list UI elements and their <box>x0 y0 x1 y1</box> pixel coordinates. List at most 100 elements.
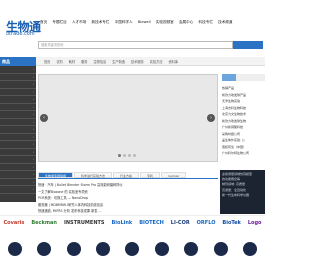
partner-icon[interactable] <box>96 241 111 256</box>
sidebar-item[interactable]: › <box>0 104 36 111</box>
partner-icon[interactable] <box>66 241 81 256</box>
brand-logo[interactable]: Logo <box>248 220 262 226</box>
nav-item-7[interactable]: 会展中心 <box>179 20 193 28</box>
sidebar-item[interactable]: › <box>0 119 36 126</box>
subnav-item-2[interactable]: 耗材 <box>69 59 75 64</box>
promo-line: 新一代生命科学仪器 <box>222 192 250 197</box>
category-sidebar: › › › › › › › › › › › › › › › › › <box>0 66 36 202</box>
sidebar-item[interactable]: › <box>0 156 36 164</box>
nav-item-1[interactable]: 专题栏目 <box>52 20 66 28</box>
nav-item-8[interactable]: 科技专栏 <box>199 20 213 28</box>
sub-nav: 首页 试剂 耗材 服务 生物信息 生产制造 技术服务 实验方法 资料库 <box>36 57 265 66</box>
tab-1[interactable]: 科学进行实验方法 <box>74 172 113 178</box>
partner-icon[interactable] <box>184 241 199 256</box>
chevron-right-icon: › <box>32 142 34 147</box>
carousel-dots <box>118 154 136 157</box>
nav-item-6[interactable]: 实验视频室 <box>156 20 174 28</box>
brand-logo[interactable]: Beckman <box>31 220 57 226</box>
sidebar-item[interactable]: › <box>0 66 36 74</box>
sidebar-item[interactable]: › <box>0 111 36 119</box>
list-item[interactable]: PCR系统：切换工具 — NanoDrop <box>38 195 218 202</box>
brand-logo[interactable]: INSTRUMENTS <box>64 220 105 226</box>
tab-0[interactable]: 生物通专题简报 <box>38 172 74 178</box>
right-tab-1[interactable] <box>236 74 251 81</box>
brand-logo[interactable]: LI-COR <box>171 220 190 226</box>
carousel-dot[interactable] <box>118 154 121 157</box>
sidebar-item[interactable]: › <box>0 186 36 194</box>
right-list: 热销产品 新款力攻发球产品 天津生物实验 上海杰科生物科技 北京力文生物技术 新… <box>222 85 265 157</box>
chevron-right-icon: › <box>32 89 34 94</box>
banner-carousel[interactable] <box>38 74 218 162</box>
sidebar-item[interactable]: › <box>0 171 36 179</box>
search-input[interactable]: 搜索关键词查询 <box>38 41 233 49</box>
partner-icons <box>0 240 265 257</box>
brand-logo[interactable]: BioTek <box>222 220 240 226</box>
subnav-item-1[interactable]: 试剂 <box>56 59 62 64</box>
list-item[interactable]: 广州科尔特生物公司 <box>222 150 265 157</box>
sidebar-title: 商品 <box>0 57 36 66</box>
sidebar-item[interactable]: › <box>0 81 36 89</box>
subnav-item-7[interactable]: 实验方法 <box>150 59 163 64</box>
partner-icon[interactable] <box>7 241 22 256</box>
promo-banner[interactable]: 虚拟测量领域仿真模型 的功能概念等 制剂领域: 高质量 高通量：全自动化 新一代… <box>220 170 265 214</box>
chevron-right-icon: › <box>32 112 34 117</box>
list-item[interactable]: 快速 · 汽车 | Bullet Blender Storm Pro 高效能研磨… <box>38 182 218 189</box>
sidebar-item[interactable]: › <box>0 89 36 96</box>
nav-item-5[interactable]: Biowell <box>138 20 151 28</box>
right-tabs <box>222 74 265 81</box>
chevron-right-icon: › <box>32 74 34 79</box>
chevron-right-icon: › <box>32 82 34 87</box>
brand-logo[interactable]: ORFLO <box>197 220 216 226</box>
promo-line: 制剂领域: 高质量 <box>222 182 245 187</box>
chevron-right-icon: › <box>32 164 34 169</box>
subnav-item-8[interactable]: 资料库 <box>169 59 179 64</box>
nav-item-9[interactable]: 技术频道 <box>218 20 232 28</box>
partner-icon[interactable] <box>37 241 52 256</box>
chevron-right-icon: › <box>32 172 34 177</box>
partner-icon[interactable] <box>125 241 140 256</box>
nav-item-2[interactable]: 人才市场 <box>72 20 86 28</box>
subnav-item-6[interactable]: 技术服务 <box>131 59 144 64</box>
brand-logo[interactable]: Covaris <box>3 220 24 226</box>
carousel-dot[interactable] <box>123 154 126 157</box>
sidebar-item[interactable]: › <box>0 96 36 104</box>
tab-4[interactable]: Cellular <box>161 172 187 178</box>
subnav-item-5[interactable]: 生产制造 <box>112 59 125 64</box>
chevron-right-icon: › <box>32 187 34 192</box>
chevron-left-icon[interactable]: ‹ <box>40 114 48 122</box>
carousel-dot[interactable] <box>128 154 131 157</box>
subnav-item-4[interactable]: 生物信息 <box>94 59 107 64</box>
sidebar-item[interactable]: › <box>0 141 36 149</box>
sidebar-item[interactable]: › <box>0 149 36 156</box>
sidebar-item[interactable]: › <box>0 134 36 141</box>
tab-2[interactable]: 行业方案 <box>113 172 140 178</box>
brand-logo[interactable]: BIOTECH <box>139 220 164 226</box>
carousel-dot[interactable] <box>133 154 136 157</box>
promo-line: 高通量：全自动化 <box>222 187 247 192</box>
sidebar-item[interactable]: › <box>0 179 36 186</box>
brand-logo[interactable]: BioLink <box>112 220 133 226</box>
chevron-right-icon: › <box>32 67 34 72</box>
sidebar-item[interactable]: › <box>0 164 36 171</box>
chevron-right-icon: › <box>32 127 34 132</box>
partner-icon[interactable] <box>243 241 258 256</box>
subnav-item-0[interactable]: 首页 <box>44 59 50 64</box>
chevron-right-icon: › <box>32 104 34 109</box>
search-button[interactable] <box>233 41 263 49</box>
list-item[interactable]: 一文了解Biozone 的 实验室专项资 <box>38 189 218 196</box>
tab-3[interactable]: 专利 <box>140 172 161 178</box>
nav-item-3[interactable]: 新技术专栏 <box>92 20 110 28</box>
sidebar-item[interactable]: › <box>0 74 36 81</box>
right-tab-0[interactable] <box>222 74 237 81</box>
subnav-item-3[interactable]: 服务 <box>81 59 87 64</box>
news-list: 快速 · 汽车 | Bullet Blender Storm Pro 高效能研磨… <box>38 182 218 215</box>
right-tab-2[interactable] <box>250 74 265 81</box>
list-item[interactable]: 服务器 | MDBMRW-I研究人体内科技前线信息 <box>38 202 218 209</box>
sidebar-item[interactable]: › <box>0 126 36 134</box>
partner-icon[interactable] <box>213 241 228 256</box>
nav-item-4[interactable]: 中国科学人 <box>115 20 133 28</box>
nav-item-0[interactable]: 首页 <box>40 20 47 28</box>
partner-icon[interactable] <box>154 241 169 256</box>
chevron-right-icon[interactable]: › <box>207 114 215 122</box>
list-item[interactable]: 快速通道, MIFRS 分析 发布科技成果 新发 ... <box>38 208 218 215</box>
